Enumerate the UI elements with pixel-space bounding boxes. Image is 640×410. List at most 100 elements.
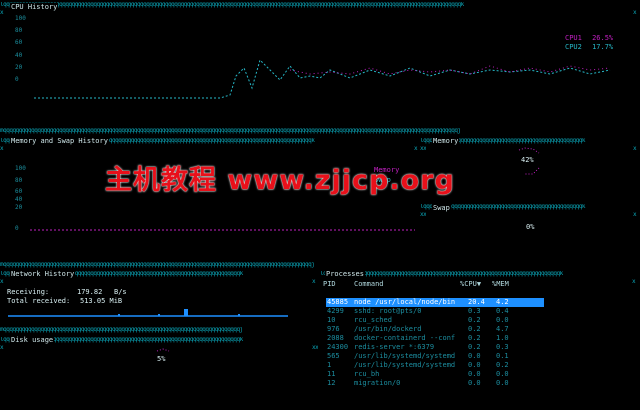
net-border-right: x x x x x x bbox=[312, 278, 318, 285]
process-pid: 565 bbox=[327, 352, 340, 360]
cpu2-label: CPU2 bbox=[565, 43, 582, 51]
process-command: node /usr/local/node/bin bbox=[354, 298, 456, 306]
processes-header: PID Command %CPU▼ %MEM bbox=[320, 280, 632, 289]
cpu-border-top: lqqqqqqqqqqqqqqqqqqqqqqqqqqqqqqqqqqqqqqq… bbox=[0, 2, 464, 8]
col-mem[interactable]: %MEM bbox=[492, 280, 509, 289]
process-cpu: 0.0 bbox=[468, 361, 481, 369]
cpu1-label: CPU1 bbox=[565, 34, 582, 42]
network-sparkline bbox=[8, 309, 288, 317]
disk-border-right: xx xx xx xx xx xx xx bbox=[312, 344, 318, 351]
process-pid: 976 bbox=[327, 325, 340, 333]
cpu-tick-60: 60 bbox=[15, 39, 23, 46]
mem-border-right: x x x x x x bbox=[633, 145, 639, 152]
process-row[interactable]: 565/usr/lib/systemd/systemd 0.0 0.1 bbox=[326, 352, 544, 361]
process-row[interactable]: 4299 sshd: root@pts/0 0.3 0.4 bbox=[326, 307, 544, 316]
process-mem: 4.2 bbox=[496, 298, 509, 306]
col-command[interactable]: Command bbox=[354, 280, 384, 289]
process-mem: 0.0 bbox=[496, 370, 509, 378]
total-received-label: Total received: bbox=[7, 297, 71, 305]
receiving-unit: B/s bbox=[114, 288, 127, 296]
memory-panel-title: Memory bbox=[432, 137, 460, 146]
process-cpu: 0.2 bbox=[468, 325, 481, 333]
process-list: 45885 node /usr/local/node/bin 20.4 4.2 4299… bbox=[326, 298, 544, 408]
memory-percent: 42% bbox=[521, 156, 534, 164]
disk-border-left: x x x x x x x bbox=[0, 344, 6, 351]
process-command: /usr/bin/dockerd bbox=[354, 325, 422, 333]
process-row[interactable]: 1/usr/lib/systemd/systemd 0.0 0.2 bbox=[326, 361, 544, 370]
process-pid: 45885 bbox=[327, 298, 349, 306]
total-received-value: 513.05 MiB bbox=[80, 297, 123, 305]
cpu2-line bbox=[34, 59, 611, 99]
memory-history-graph bbox=[30, 229, 415, 231]
memhist-tick-100: 100 bbox=[15, 165, 26, 172]
process-row[interactable]: 2088 docker-containerd --conf 0.2 1.0 bbox=[326, 334, 544, 343]
process-command: sshd: root@pts/0 bbox=[354, 307, 422, 315]
process-pid: 11 bbox=[327, 370, 336, 378]
proc-border-top: lqqqqqqqqqqqqqqqqqqqqqqqqqqqqqqqqqqqqqqq… bbox=[320, 271, 563, 277]
swap-panel: lqqqqqqqqqqqqqqqqqqqqqqqqqqqqqqqqqqqqqqq… bbox=[420, 200, 640, 266]
cpu1-legend: CPU1 26.5% bbox=[565, 34, 613, 43]
process-row[interactable]: 11 rcu_bh 0.0 0.0 bbox=[326, 370, 544, 379]
process-cpu: 0.2 bbox=[468, 334, 481, 342]
swap-percent: 0% bbox=[526, 223, 535, 231]
process-pid: 1 bbox=[327, 361, 332, 369]
cpu1-value: 26.5% bbox=[592, 34, 614, 42]
process-row[interactable]: 45885 node /usr/local/node/bin 20.4 4.2 bbox=[326, 298, 544, 307]
process-command: /usr/lib/systemd/systemd bbox=[354, 352, 456, 360]
swap-border-right: x x x x x x bbox=[633, 211, 639, 218]
receiving-label: Receiving: bbox=[7, 288, 50, 296]
process-cpu: 0.2 bbox=[468, 316, 481, 324]
cpu-border-bottom: mqqqqqqqqqqqqqqqqqqqqqqqqqqqqqqqqqqqqqqq… bbox=[0, 128, 461, 134]
processes-panel-title: Processes bbox=[325, 270, 365, 279]
memory-history-panel: lqqqqqqqqqqqqqqqqqqqqqqqqqqqqqqqqqqqqqqq… bbox=[0, 136, 420, 268]
memhist-panel-title: Memory and Swap History bbox=[10, 137, 109, 146]
process-pid: 2088 bbox=[327, 334, 344, 342]
receiving-value: 179.82 bbox=[77, 288, 103, 296]
process-command: redis-server *:6379 bbox=[354, 343, 435, 351]
cpu-panel-title: CPU History bbox=[10, 3, 59, 12]
cpu-graph bbox=[34, 59, 611, 99]
process-mem: 0.1 bbox=[496, 352, 509, 360]
process-pid: 10 bbox=[327, 316, 336, 324]
watermark-text: 主机教程 www.zjjcp.org bbox=[105, 165, 455, 196]
process-command: rcu_sched bbox=[354, 316, 392, 324]
swap-panel-title: Swap bbox=[432, 204, 451, 213]
memhist-tick-20: 20 bbox=[15, 204, 23, 211]
process-cpu: 0.0 bbox=[468, 370, 481, 378]
cpu-border-right: x x x x x x x x x x x x bbox=[633, 9, 639, 16]
process-row[interactable]: 12 migration/0 0.0 0.0 bbox=[326, 379, 544, 388]
process-cpu: 0.0 bbox=[468, 352, 481, 360]
receiving-row: Receiving: 179.82 B/s bbox=[7, 288, 127, 297]
process-cpu: 20.4 bbox=[468, 298, 485, 306]
process-row[interactable]: 24300 redis-server *:6379 0.2 0.3 bbox=[326, 343, 544, 352]
process-pid: 24300 bbox=[327, 343, 349, 351]
process-pid: 12 bbox=[327, 379, 336, 387]
total-received-row: Total received: 513.05 MiB bbox=[7, 297, 122, 306]
process-row[interactable]: 10 rcu_sched 0.2 0.0 bbox=[326, 316, 544, 325]
process-command: migration/0 bbox=[354, 379, 401, 387]
proc-border-right: x x x x x x x x x x x x x bbox=[632, 278, 638, 285]
swap-border-top: lqqqqqqqqqqqqqqqqqqqqqqqqqqqqqqqqqqqqqqq… bbox=[420, 204, 585, 210]
cpu-tick-40: 40 bbox=[15, 52, 23, 59]
process-mem: 0.2 bbox=[496, 361, 509, 369]
processes-panel: lqqqqqqqqqqqqqqqqqqqqqqqqqqqqqqqqqqqqqqq… bbox=[320, 266, 640, 410]
cpu-border-left: x x x x x x x x x x x x bbox=[0, 9, 6, 16]
cpu2-legend: CPU2 17.7% bbox=[565, 43, 613, 52]
process-mem: 1.0 bbox=[496, 334, 509, 342]
cpu-history-panel: lqqqqqqqqqqqqqqqqqqqqqqqqqqqqqqqqqqqqqqq… bbox=[0, 0, 640, 136]
memhist-border-left: x x x x x x x x x x x x bbox=[0, 145, 6, 152]
process-command: rcu_bh bbox=[354, 370, 380, 378]
net-border-left: x x x x x x bbox=[0, 278, 6, 285]
disk-panel-title: Disk usage bbox=[10, 336, 55, 345]
col-cpu[interactable]: %CPU▼ bbox=[460, 280, 481, 289]
col-pid[interactable]: PID bbox=[323, 280, 336, 289]
process-cpu: 0.0 bbox=[468, 379, 481, 387]
process-mem: 0.0 bbox=[496, 316, 509, 324]
swap-border-left: xx xx xx xx xx xx bbox=[420, 211, 426, 218]
process-row[interactable]: 976/usr/bin/dockerd 0.2 4.7 bbox=[326, 325, 544, 334]
disk-panel: lqqqqqqqqqqqqqqqqqqqqqqqqqqqqqqqqqqqqqqq… bbox=[0, 333, 320, 410]
process-mem: 4.7 bbox=[496, 325, 509, 333]
network-panel: lqqqqqqqqqqqqqqqqqqqqqqqqqqqqqqqqqqqqqqq… bbox=[0, 266, 320, 334]
cpu-tick-20: 20 bbox=[15, 64, 23, 71]
memhist-tick-80: 80 bbox=[15, 177, 23, 184]
